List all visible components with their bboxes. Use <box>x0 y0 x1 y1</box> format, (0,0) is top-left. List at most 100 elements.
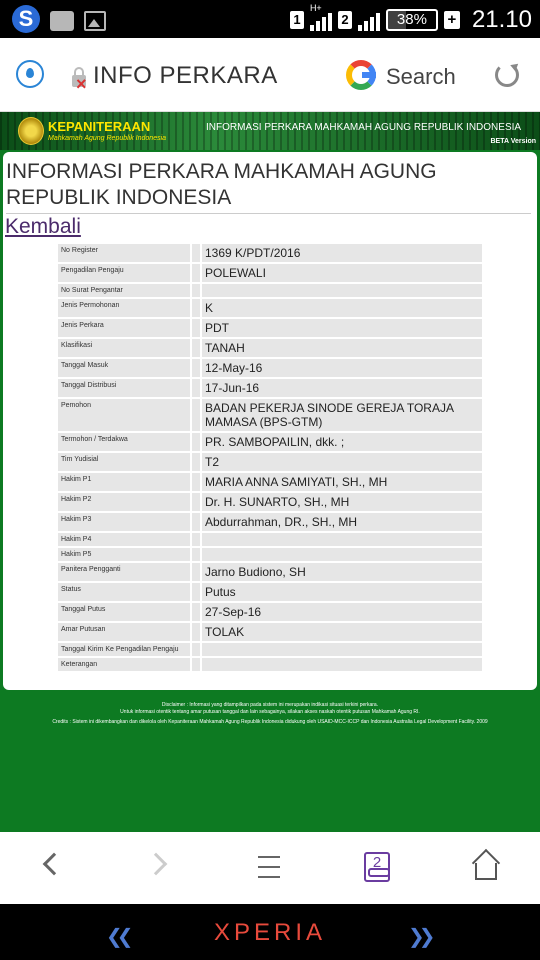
table-row: Jenis Permohonan K <box>58 299 482 317</box>
address-bar-title[interactable]: INFO PERKARA <box>93 62 278 90</box>
field-value: MARIA ANNA SAMIYATI, SH., MH <box>202 473 482 491</box>
table-row: Amar Putusan TOLAK <box>58 623 482 641</box>
charging-icon: + <box>443 11 460 29</box>
field-label: No Register <box>58 244 190 262</box>
back-link[interactable]: Kembali <box>5 215 81 239</box>
field-value <box>202 658 482 671</box>
field-label: Hakim P2 <box>58 493 190 511</box>
field-label: Tim Yudisial <box>58 453 190 471</box>
separator-cell <box>192 603 200 621</box>
field-label: Keterangan <box>58 658 190 671</box>
banner-heading: INFORMASI PERKARA MAHKAMAH AGUNG REPUBLI… <box>206 122 522 133</box>
signal-icon-2 <box>357 9 380 31</box>
table-row: No Surat Pengantar <box>58 284 482 297</box>
table-row: Hakim P1 MARIA ANNA SAMIYATI, SH., MH <box>58 473 482 491</box>
search-button[interactable]: Search <box>386 64 456 90</box>
field-label: No Surat Pengantar <box>58 284 190 297</box>
forward-arrow-icon[interactable] <box>144 852 168 876</box>
table-row: Tanggal Kirim Ke Pengadilan Pengaju <box>58 643 482 656</box>
separator-cell <box>192 623 200 641</box>
home-icon[interactable] <box>471 848 501 880</box>
separator-cell <box>192 493 200 511</box>
separator-cell <box>192 473 200 491</box>
field-label: Tanggal Distribusi <box>58 379 190 397</box>
field-value <box>202 533 482 546</box>
field-label: Panitera Pengganti <box>58 563 190 581</box>
banner-title: KEPANITERAAN <box>48 119 151 134</box>
field-value: Putus <box>202 583 482 601</box>
separator-cell <box>192 513 200 531</box>
beta-badge: BETA Version <box>490 138 536 145</box>
field-label: Klasifikasi <box>58 339 190 357</box>
table-row: Status Putus <box>58 583 482 601</box>
field-value: Jarno Budiono, SH <box>202 563 482 581</box>
field-label: Hakim P4 <box>58 533 190 546</box>
field-label: Tanggal Putus <box>58 603 190 621</box>
field-label: Status <box>58 583 190 601</box>
separator-cell <box>192 548 200 561</box>
field-label: Pemohon <box>58 399 190 431</box>
table-row: Termohon / Terdakwa PR. SAMBOPAILIN, dkk.… <box>58 433 482 451</box>
separator-cell <box>192 359 200 377</box>
insecure-lock-icon[interactable]: × <box>70 65 90 93</box>
system-bar: ❮❮ XPERIA ❯❯ <box>0 904 540 960</box>
field-label: Termohon / Terdakwa <box>58 433 190 451</box>
table-row: Tim Yudisial T2 <box>58 453 482 471</box>
separator-cell <box>192 563 200 581</box>
separator-cell <box>192 319 200 337</box>
menu-icon[interactable] <box>258 856 280 878</box>
data-saver-icon[interactable] <box>16 60 44 88</box>
field-label: Tanggal Kirim Ke Pengadilan Pengaju <box>58 643 190 656</box>
disclaimer-line: Untuk informasi otentik tentang amar put… <box>120 709 420 715</box>
google-icon[interactable] <box>346 60 376 90</box>
table-row: Tanggal Masuk 12-May-16 <box>58 359 482 377</box>
browser-toolbar: × INFO PERKARA Search <box>0 38 540 112</box>
sim1-icon: 1 <box>289 11 304 29</box>
reload-icon[interactable] <box>495 63 519 87</box>
app-s-icon: S <box>12 5 40 33</box>
footer-disclaimer: Disclaimer : Informasi yang ditampilkan … <box>0 702 540 726</box>
table-row: Keterangan <box>58 658 482 671</box>
back-arrow-icon[interactable] <box>42 852 66 876</box>
table-row: Hakim P4 <box>58 533 482 546</box>
disclaimer-line: Disclaimer : Informasi yang ditampilkan … <box>161 702 379 708</box>
site-banner: KEPANITERAAN Mahkamah Agung Republik Ind… <box>0 112 540 150</box>
table-row: Pemohon BADAN PEKERJA SINODE GEREJA TORAJ… <box>58 399 482 431</box>
network-type: H+ <box>309 3 322 13</box>
separator-cell <box>192 533 200 546</box>
field-label: Hakim P5 <box>58 548 190 561</box>
separator-cell <box>192 244 200 262</box>
separator-cell <box>192 284 200 297</box>
table-row: Hakim P5 <box>58 548 482 561</box>
field-value <box>202 284 482 297</box>
field-value: PDT <box>202 319 482 337</box>
separator-cell <box>192 339 200 357</box>
web-page: KEPANITERAAN Mahkamah Agung Republik Ind… <box>0 112 540 832</box>
field-value: TANAH <box>202 339 482 357</box>
court-emblem-icon <box>18 117 44 145</box>
field-value <box>202 643 482 656</box>
table-row: Jenis Perkara PDT <box>58 319 482 337</box>
sim2-icon: 2 <box>337 11 352 29</box>
separator-cell <box>192 264 200 282</box>
field-value: T2 <box>202 453 482 471</box>
field-label: Amar Putusan <box>58 623 190 641</box>
table-row: Hakim P2 Dr. H. SUNARTO, SH., MH <box>58 493 482 511</box>
banner-subtitle: Mahkamah Agung Republik Indonesia <box>48 135 167 142</box>
field-value <box>202 548 482 561</box>
field-label: Jenis Perkara <box>58 319 190 337</box>
right-arrows-icon[interactable]: ❯❯ <box>408 924 435 949</box>
field-label: Hakim P3 <box>58 513 190 531</box>
table-row: Tanggal Putus 27-Sep-16 <box>58 603 482 621</box>
case-detail-table: No Register 1369 K/PDT/2016 Pengadilan Pen… <box>58 244 482 673</box>
field-value: 12-May-16 <box>202 359 482 377</box>
table-row: Panitera Pengganti Jarno Budiono, SH <box>58 563 482 581</box>
table-row: Klasifikasi TANAH <box>58 339 482 357</box>
field-value: 27-Sep-16 <box>202 603 482 621</box>
battery-icon: 38% <box>385 9 438 31</box>
field-value: TOLAK <box>202 623 482 641</box>
table-row: Pengadilan Pengaju POLEWALI <box>58 264 482 282</box>
status-bar: S 1 H+ 2 38% + 21.10 <box>0 0 540 38</box>
field-label: Hakim P1 <box>58 473 190 491</box>
tabs-button[interactable]: 2 <box>364 852 390 882</box>
